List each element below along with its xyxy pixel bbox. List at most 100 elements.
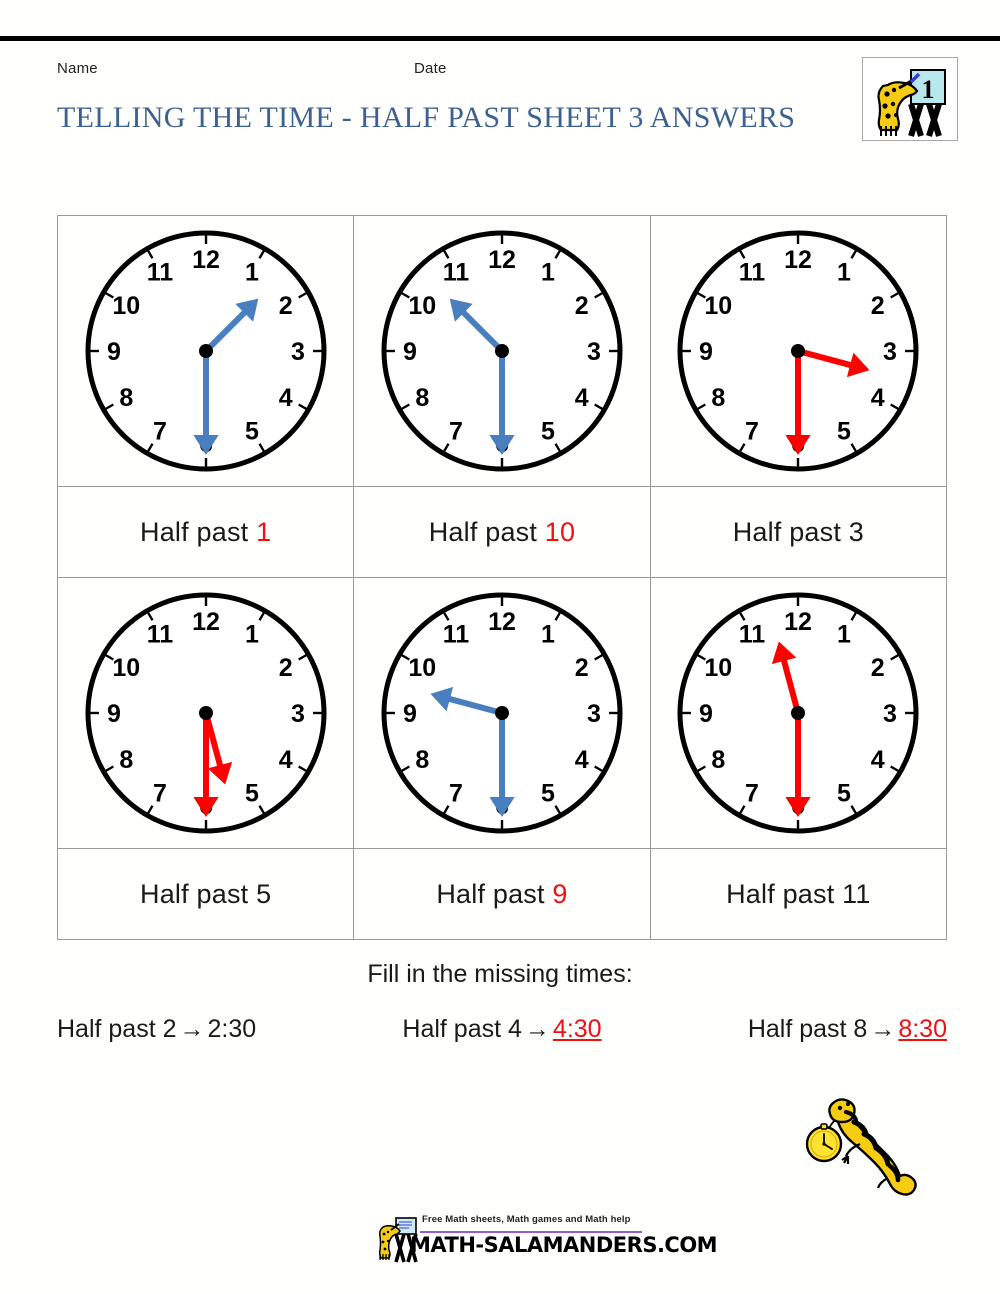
clock-numeral: 5 [245,780,259,808]
label-row-2: Half past 5 Half past 9 Half past 11 [56,848,948,940]
clock-numeral: 3 [587,338,601,366]
clock-numeral: 4 [575,746,589,774]
fill-in-item: Half past 2 → 2:30 [57,1015,256,1044]
footer-tagline: Free Math sheets, Math games and Math he… [422,1214,631,1225]
clock-numeral: 4 [278,384,292,412]
fill-in-answer[interactable]: 2:30 [208,1015,257,1043]
clock-numeral: 5 [541,418,555,446]
clock-grid: 121234567891011 121234567891011 12123456… [56,215,948,940]
clock-numeral: 3 [883,338,897,366]
clock-numeral: 7 [745,780,759,808]
clock-numeral: 11 [443,620,470,648]
fill-in-row: Half past 2 → 2:30 Half past 4 → 4:30 Half pas… [57,1015,947,1044]
clock-label-number: 1 [256,516,272,547]
fill-in-prompt: Half past 4 [402,1015,522,1043]
clock-numeral: 2 [871,292,885,320]
clock-label-prefix: Half past [140,878,257,909]
clock-numeral: 10 [112,654,140,682]
clock-face: 121234567891011 [381,230,623,472]
logo-salamander-icon: 1 [863,58,957,140]
clock-numeral: 1 [541,620,555,648]
clock-numeral: 9 [403,700,417,728]
footer-website-url[interactable]: MATH-SALAMANDERS.COM [410,1233,718,1257]
clock-label-prefix: Half past [732,516,849,547]
clock-numeral: 5 [837,418,851,446]
clock-numeral: 2 [871,654,885,682]
clock-numeral: 2 [575,292,589,320]
clock-face: 121234567891011 [677,230,919,472]
clock-label-number: 10 [544,516,576,547]
clock-numeral: 7 [153,780,167,808]
label-cell-3: Half past 3 [649,486,948,578]
clock-numeral: 3 [883,700,897,728]
clock-4: 121234567891011 [58,582,353,844]
clock-label-1: Half past 1 [58,517,353,548]
fill-in-answer[interactable]: 4:30 [553,1015,602,1043]
clock-numeral: 9 [107,700,121,728]
clock-numeral: 7 [745,418,759,446]
clock-numeral: 2 [278,292,292,320]
clock-numeral: 12 [192,608,220,636]
clock-face: 121234567891011 [85,592,327,834]
clock-numeral: 9 [699,338,713,366]
clock-label-number: 3 [848,516,864,547]
clock-numeral: 1 [541,258,555,286]
clock-numeral: 12 [784,608,812,636]
fill-in-item: Half past 4 → 4:30 [402,1015,601,1044]
date-field-label: Date [414,60,447,77]
clock-numeral: 7 [153,418,167,446]
clock-numeral: 8 [119,384,133,412]
clock-numeral: 11 [146,258,173,286]
clock-cell-2: 121234567891011 [353,215,651,487]
page-title: TELLING THE TIME - HALF PAST SHEET 3 ANS… [57,101,796,134]
clock-numeral: 3 [291,700,305,728]
clock-label-prefix: Half past [140,516,257,547]
clock-cell-3: 121234567891011 [649,215,948,487]
clock-numeral: 7 [449,780,463,808]
clock-numeral: 10 [705,654,733,682]
math-salamanders-logo: 1 [862,57,958,141]
footer-brand: Free Math sheets, Math games and Math he… [374,1212,718,1270]
clock-label-6: Half past 11 [651,879,946,910]
clock-cell-6: 121234567891011 [649,577,948,849]
label-cell-5: Half past 9 [353,848,651,940]
clock-2: 121234567891011 [354,220,649,482]
clock-5: 121234567891011 [354,582,649,844]
worksheet-page: Name Date TELLING THE TIME - HALF PAST S… [0,0,1000,1294]
label-cell-2: Half past 10 [353,486,651,578]
clock-numeral: 8 [415,384,429,412]
clock-label-4: Half past 5 [58,879,353,910]
clock-numeral: 5 [837,780,851,808]
clock-face: 121234567891011 [677,592,919,834]
fill-in-instruction: Fill in the missing times: [367,960,633,988]
label-cell-4: Half past 5 [56,848,355,940]
clock-numeral: 5 [245,418,259,446]
header-divider-rule [0,36,1000,42]
clock-3: 121234567891011 [651,220,946,482]
arrow-icon: → [870,1015,896,1043]
clock-numeral: 12 [488,246,516,274]
clock-numeral: 12 [192,246,220,274]
clock-numeral: 7 [449,418,463,446]
clock-numeral: 4 [871,746,885,774]
label-row-1: Half past 1 Half past 10 Half past 3 [56,486,948,578]
clock-numeral: 9 [403,338,417,366]
clock-face: 121234567891011 [85,230,327,472]
clock-label-number: 11 [842,878,871,909]
clock-numeral: 12 [784,246,812,274]
clock-label-5: Half past 9 [354,879,649,910]
clock-numeral: 2 [575,654,589,682]
clock-center-hub [198,706,213,720]
clock-numeral: 11 [739,620,766,648]
clock-numeral: 12 [488,608,516,636]
clock-label-prefix: Half past [428,516,545,547]
clock-numeral: 2 [278,654,292,682]
fill-in-answer[interactable]: 8:30 [898,1015,947,1043]
clock-1: 121234567891011 [58,220,353,482]
clock-numeral: 1 [837,258,851,286]
clock-numeral: 3 [291,338,305,366]
clock-numeral: 1 [837,620,851,648]
clock-numeral: 4 [575,384,589,412]
clock-face: 121234567891011 [381,592,623,834]
name-field-label: Name [57,60,98,77]
